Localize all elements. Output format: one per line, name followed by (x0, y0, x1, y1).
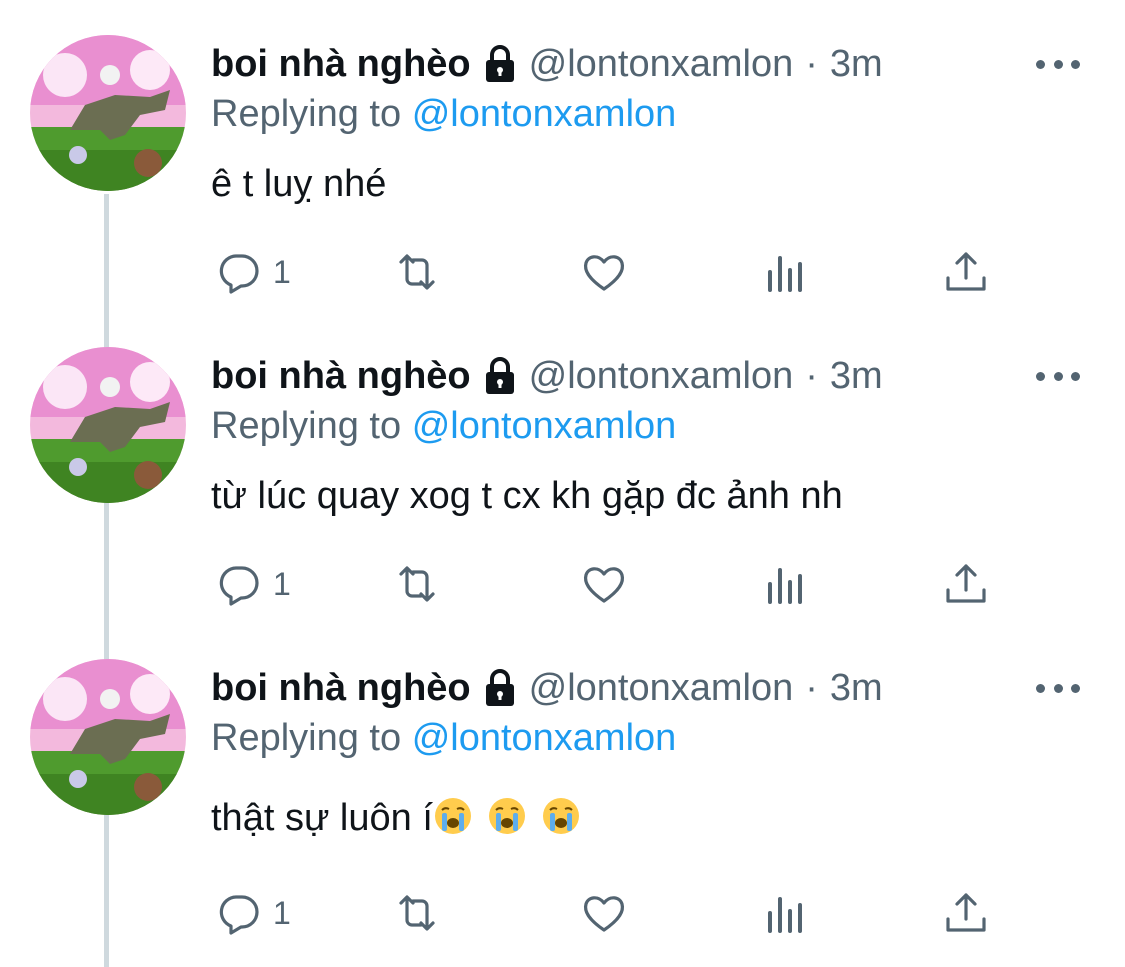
lock-icon (480, 355, 520, 397)
reply-icon (215, 248, 263, 296)
share-icon (942, 248, 990, 296)
like-button[interactable] (580, 237, 628, 307)
views-button[interactable] (762, 549, 810, 619)
share-icon (942, 889, 990, 937)
views-button[interactable] (762, 878, 810, 948)
timestamp[interactable]: 3m (830, 39, 883, 89)
loudly-crying-face-icon (541, 796, 581, 836)
reply-button[interactable]: 1 (215, 549, 291, 619)
tweet-thread: boi nhà nghèo @lontonxamlon · 3m Replyin… (0, 0, 1125, 967)
reply-icon (215, 560, 263, 608)
more-icon[interactable] (1036, 673, 1080, 703)
handle[interactable]: @lontonxamlon (529, 351, 794, 401)
reply-button[interactable]: 1 (215, 237, 291, 307)
retweet-icon (393, 560, 441, 608)
like-icon (580, 560, 628, 608)
display-name[interactable]: boi nhà nghèo (211, 351, 471, 401)
timestamp[interactable]: 3m (830, 351, 883, 401)
replying-to: Replying to @lontonxamlon (211, 401, 1095, 451)
separator-dot: · (805, 43, 818, 85)
tweet[interactable]: boi nhà nghèo @lontonxamlon · 3m Replyin… (0, 312, 1125, 624)
loudly-crying-face-icon (433, 796, 473, 836)
reply-button[interactable]: 1 (215, 878, 291, 948)
replying-to: Replying to @lontonxamlon (211, 713, 1095, 763)
tweet-text: từ lúc quay xog t cx kh gặp đc ảnh nh (211, 471, 1095, 521)
share-icon (942, 560, 990, 608)
replying-prefix: Replying to (211, 717, 402, 759)
separator-dot: · (805, 355, 818, 397)
tweet-actions: 1 (211, 549, 1011, 619)
timestamp[interactable]: 3m (830, 663, 883, 713)
replying-to: Replying to @lontonxamlon (211, 89, 1095, 139)
views-button[interactable] (762, 237, 810, 307)
avatar[interactable] (30, 659, 186, 815)
lock-icon (480, 43, 520, 85)
tweet-text: thật sự luôn í (211, 793, 1095, 843)
share-button[interactable] (942, 549, 990, 619)
tweet-actions: 1 (211, 237, 1011, 307)
retweet-button[interactable] (393, 878, 441, 948)
separator-dot: · (805, 667, 818, 709)
tweet-actions: 1 (211, 878, 1011, 948)
share-button[interactable] (942, 878, 990, 948)
display-name[interactable]: boi nhà nghèo (211, 663, 471, 713)
retweet-icon (393, 248, 441, 296)
replying-prefix: Replying to (211, 405, 402, 447)
share-button[interactable] (942, 237, 990, 307)
retweet-button[interactable] (393, 549, 441, 619)
handle[interactable]: @lontonxamlon (529, 663, 794, 713)
handle[interactable]: @lontonxamlon (529, 39, 794, 89)
avatar[interactable] (30, 347, 186, 503)
like-icon (580, 248, 628, 296)
tweet-text: ê t luỵ nhé (211, 159, 1095, 209)
more-icon[interactable] (1036, 49, 1080, 79)
tweet-text-content: từ lúc quay xog t cx kh gặp đc ảnh nh (211, 475, 843, 517)
replying-prefix: Replying to (211, 93, 402, 135)
avatar[interactable] (30, 35, 186, 191)
tweet-header: boi nhà nghèo @lontonxamlon · 3m (211, 663, 1095, 713)
like-button[interactable] (580, 878, 628, 948)
tweet-header: boi nhà nghèo @lontonxamlon · 3m (211, 351, 1095, 401)
mention-link[interactable]: @lontonxamlon (412, 405, 677, 447)
loudly-crying-face-icon (487, 796, 527, 836)
like-button[interactable] (580, 549, 628, 619)
retweet-icon (393, 889, 441, 937)
display-name[interactable]: boi nhà nghèo (211, 39, 471, 89)
views-icon (762, 248, 810, 296)
tweet-text-content: thật sự luôn í (211, 797, 433, 839)
like-icon (580, 889, 628, 937)
tweet-text-content: ê t luỵ nhé (211, 163, 387, 205)
tweet[interactable]: boi nhà nghèo @lontonxamlon · 3m Replyin… (0, 624, 1125, 936)
reply-icon (215, 889, 263, 937)
mention-link[interactable]: @lontonxamlon (412, 93, 677, 135)
tweet[interactable]: boi nhà nghèo @lontonxamlon · 3m Replyin… (0, 0, 1125, 312)
views-icon (762, 560, 810, 608)
mention-link[interactable]: @lontonxamlon (412, 717, 677, 759)
reply-count: 1 (273, 253, 291, 290)
retweet-button[interactable] (393, 237, 441, 307)
tweet-header: boi nhà nghèo @lontonxamlon · 3m (211, 39, 1095, 89)
reply-count: 1 (273, 894, 291, 931)
lock-icon (480, 667, 520, 709)
reply-count: 1 (273, 565, 291, 602)
views-icon (762, 889, 810, 937)
more-icon[interactable] (1036, 361, 1080, 391)
